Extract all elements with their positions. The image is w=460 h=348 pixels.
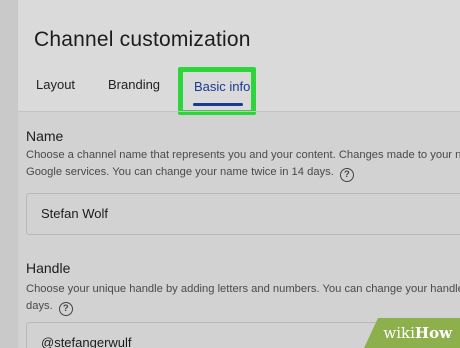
- handle-description-line2: days.?: [26, 298, 73, 316]
- name-field[interactable]: Stefan Wolf: [26, 193, 460, 235]
- left-strip: [0, 0, 18, 348]
- handle-description-line1: Choose your unique handle by adding lett…: [26, 283, 460, 295]
- help-icon[interactable]: ?: [339, 168, 354, 182]
- tab-basic-info-highlight: Basic info: [178, 67, 256, 115]
- handle-description-text: days.: [26, 300, 53, 312]
- tab-basic-info[interactable]: Basic info: [194, 79, 250, 94]
- tab-branding[interactable]: Branding: [108, 77, 160, 92]
- tab-active-indicator: [193, 103, 243, 106]
- name-description-line1: Choose a channel name that represents yo…: [26, 149, 460, 161]
- name-description-text: Google services. You can change your nam…: [26, 166, 334, 178]
- name-label: Name: [26, 128, 64, 144]
- wikihow-watermark: wikiHow: [364, 318, 460, 348]
- handle-field-value: @stefangerwulf: [41, 335, 132, 348]
- wikihow-logo: wikiHow: [383, 324, 452, 342]
- tab-layout[interactable]: Layout: [36, 77, 75, 92]
- name-description-line2: Google services. You can change your nam…: [26, 164, 354, 182]
- name-field-value: Stefan Wolf: [41, 206, 108, 221]
- handle-label: Handle: [26, 260, 71, 276]
- page-title: Channel customization: [34, 28, 251, 51]
- tab-divider: [18, 111, 460, 112]
- help-icon[interactable]: ?: [58, 302, 73, 316]
